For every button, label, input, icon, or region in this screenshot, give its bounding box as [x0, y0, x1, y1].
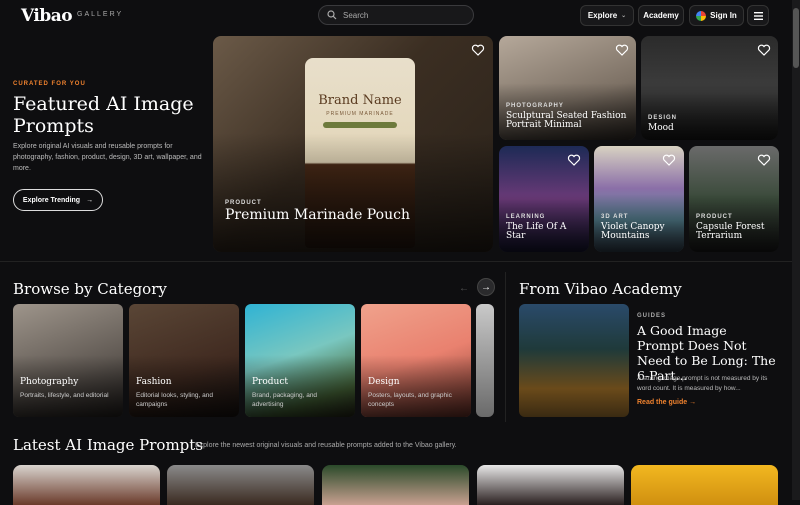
category-description: Brand, packaging, and advertising	[252, 392, 318, 408]
category-name: Design	[368, 377, 400, 387]
pouch-label	[323, 122, 397, 128]
category-card-product[interactable]: Product Brand, packaging, and advertisin…	[245, 304, 355, 417]
latest-thumbnail[interactable]	[477, 465, 624, 505]
pouch-subtitle: PREMIUM MARINADE	[326, 111, 394, 117]
hero-description: Explore original AI visuals and reusable…	[13, 143, 202, 172]
read-guide-link[interactable]: Read the guide →	[637, 399, 696, 406]
scrollbar[interactable]	[792, 0, 800, 500]
latest-thumbnail[interactable]	[167, 465, 314, 505]
featured-card-capsule-forest[interactable]: PRODUCT Capsule Forest Terrarium	[689, 146, 779, 252]
explore-label: Explore	[587, 11, 618, 20]
pouch-brand: Brand Name	[318, 93, 402, 108]
next-arrow-icon[interactable]: →	[477, 278, 495, 296]
read-guide-label: Read the guide	[637, 399, 688, 406]
heart-icon[interactable]	[757, 153, 771, 167]
latest-thumbnail[interactable]	[322, 465, 469, 505]
browse-title: Browse by Category	[13, 280, 167, 298]
latest-description: Explore the newest original visuals and …	[195, 442, 457, 449]
card-title: Sculptural Seated Fashion Portrait Minim…	[506, 111, 627, 131]
latest-thumbnail[interactable]	[631, 465, 778, 505]
top-bar: Vibao GALLERY Explore ⌄ Academy Sign In	[0, 0, 800, 32]
category-card-fashion[interactable]: Fashion Editorial looks, styling, and ca…	[129, 304, 239, 417]
featured-card-main[interactable]: Brand Name PREMIUM MARINADE PRODUCT Prem…	[213, 36, 493, 252]
hero-title: Featured AI Image Prompts	[13, 93, 194, 137]
column-divider	[505, 272, 506, 422]
card-category: PRODUCT	[225, 200, 262, 206]
explore-button[interactable]: Explore ⌄	[580, 5, 634, 26]
card-title: Mood	[648, 123, 674, 133]
academy-button[interactable]: Academy	[638, 5, 684, 26]
card-shade	[213, 133, 493, 252]
hero-kicker: CURATED FOR YOU	[13, 81, 86, 87]
latest-thumbnail[interactable]	[13, 465, 160, 505]
heart-icon[interactable]	[662, 153, 676, 167]
explore-trending-button[interactable]: Explore Trending →	[13, 189, 103, 211]
category-name: Fashion	[136, 377, 172, 387]
featured-card-sculptural[interactable]: PHOTOGRAPHY Sculptural Seated Fashion Po…	[499, 36, 636, 140]
category-card-photography[interactable]: Photography Portraits, lifestyle, and ed…	[13, 304, 123, 417]
latest-title: Latest AI Image Prompts	[13, 436, 204, 454]
chevron-down-icon: ⌄	[621, 13, 627, 19]
category-name: Photography	[20, 377, 79, 387]
heart-icon[interactable]	[757, 43, 771, 57]
arrow-right-icon: →	[689, 399, 697, 406]
scrollbar-thumb[interactable]	[793, 8, 799, 68]
card-title: Violet Canopy Mountains	[601, 222, 665, 242]
category-description: Editorial looks, styling, and campaigns	[136, 392, 213, 408]
featured-card-violet-canopy[interactable]: 3D ART Violet Canopy Mountains	[594, 146, 684, 252]
arrow-right-icon: →	[86, 196, 94, 204]
card-title: The Life Of A Star	[506, 222, 567, 242]
search-icon	[327, 10, 337, 20]
logo-subtitle: GALLERY	[77, 11, 124, 18]
category-card-design[interactable]: Design Posters, layouts, and graphic con…	[361, 304, 471, 417]
heart-icon[interactable]	[567, 153, 581, 167]
category-description: Portraits, lifestyle, and editorial	[20, 392, 109, 399]
academy-post-description: A strong image prompt is not measured by…	[637, 375, 768, 392]
google-icon	[696, 10, 707, 21]
academy-title: From Vibao Academy	[519, 280, 682, 298]
prev-arrow-icon[interactable]: ←	[455, 279, 473, 297]
section-divider	[0, 261, 792, 262]
logo[interactable]: Vibao	[21, 6, 73, 26]
heart-icon[interactable]	[471, 43, 485, 57]
featured-card-mood[interactable]: DESIGN Mood	[641, 36, 778, 140]
search-input[interactable]	[343, 10, 463, 20]
heart-icon[interactable]	[615, 43, 629, 57]
featured-card-life-of-a-star[interactable]: LEARNING The Life Of A Star	[499, 146, 589, 252]
academy-post-image[interactable]	[519, 304, 629, 417]
search-bar[interactable]	[318, 5, 474, 25]
category-card-partial[interactable]	[476, 304, 494, 417]
card-category: 3D ART	[601, 214, 629, 220]
explore-trending-label: Explore Trending	[22, 196, 81, 204]
category-name: Product	[252, 377, 288, 387]
card-title: Capsule Forest Terrarium	[696, 222, 765, 242]
card-category: PHOTOGRAPHY	[506, 103, 564, 109]
card-category: LEARNING	[506, 214, 546, 220]
academy-kicker: GUIDES	[637, 313, 667, 319]
card-title: Premium Marinade Pouch	[225, 207, 410, 223]
card-category: PRODUCT	[696, 214, 733, 220]
academy-label: Academy	[643, 11, 679, 20]
category-description: Posters, layouts, and graphic concepts	[368, 392, 452, 408]
sign-in-button[interactable]: Sign In	[689, 5, 744, 26]
sign-in-label: Sign In	[710, 11, 737, 20]
card-category: DESIGN	[648, 115, 678, 121]
menu-button[interactable]	[747, 5, 769, 26]
hamburger-icon	[753, 11, 763, 20]
